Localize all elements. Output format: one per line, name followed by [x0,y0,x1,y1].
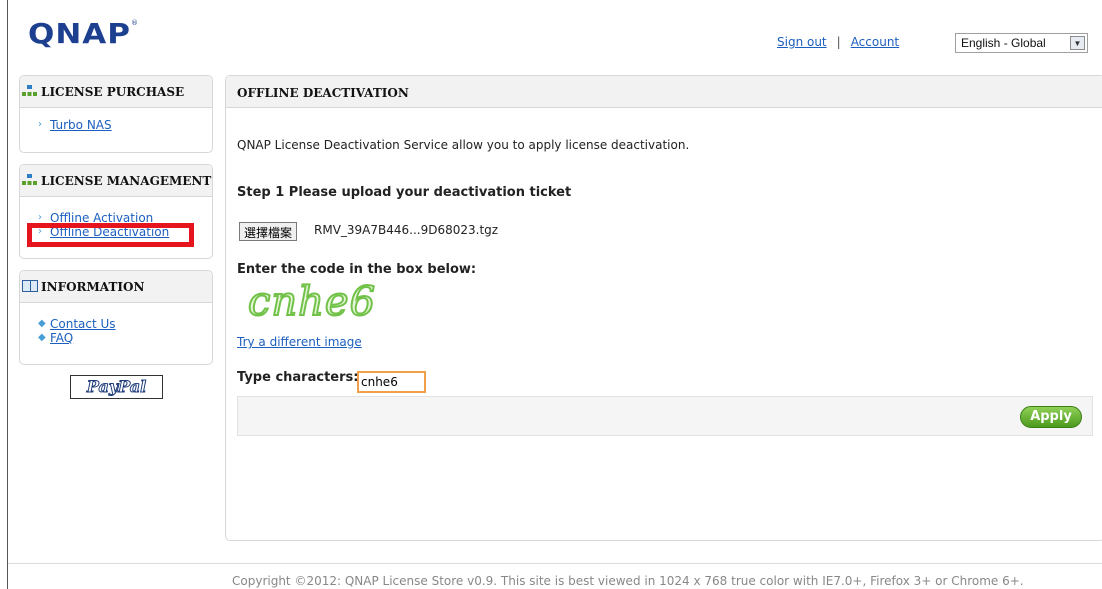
paypal-text: PayPal [86,377,147,397]
sitemap-icon [22,174,38,186]
intro-text: QNAP License Deactivation Service allow … [237,138,690,152]
sidebar-item-contact-us[interactable]: ◆ Contact Us [38,317,212,331]
captcha-image: cnhe6 [247,278,377,326]
qnap-logo[interactable]: QNAP® [28,18,139,50]
sidebar-item-label[interactable]: Contact Us [50,317,116,331]
registered-mark: ® [131,19,139,27]
book-icon [22,280,38,292]
arrow-bullet-icon: › [38,119,42,130]
offline-deactivation-panel: OFFLINE DEACTIVATION QNAP License Deacti… [225,75,1102,541]
sidebar-item-faq[interactable]: ◆ FAQ [38,331,212,345]
language-select[interactable]: English - Global ▼ [955,33,1088,53]
window-border [7,0,8,589]
license-management-title: LICENSE MANAGEMENT [41,174,212,188]
apply-button[interactable]: Apply [1020,406,1082,428]
sidebar-item-turbo-nas[interactable]: › Turbo NAS [38,118,212,132]
selected-file-name: RMV_39A7B446...9D68023.tgz [314,223,499,237]
captcha-input[interactable] [357,371,426,393]
highlight-annotation [27,223,194,247]
sidebar-item-label[interactable]: Turbo NAS [50,118,112,132]
license-purchase-box: LICENSE PURCHASE › Turbo NAS [19,75,213,153]
footer-divider [8,563,1102,564]
language-value: English - Global [961,36,1046,50]
sitemap-icon [22,85,38,97]
apply-bar: Apply [237,396,1093,436]
paypal-logo[interactable]: PayPal [70,375,163,399]
link-separator: | [836,35,841,49]
enter-code-label: Enter the code in the box below: [237,262,477,277]
account-link[interactable]: Account [851,35,899,49]
type-characters-label: Type characters: [237,370,359,385]
sidebar-item-label[interactable]: FAQ [50,331,73,345]
logo-text: QNAP [28,18,132,50]
information-title: INFORMATION [41,280,145,294]
information-header: INFORMATION [20,271,212,303]
sign-out-link[interactable]: Sign out [777,35,827,49]
license-management-header: LICENSE MANAGEMENT [20,165,212,197]
license-purchase-header: LICENSE PURCHASE [20,76,212,108]
step1-heading: Step 1 Please upload your deactivation t… [237,185,572,200]
top-links: Sign out | Account [777,35,899,49]
dot-bullet-icon: ◆ [38,318,46,329]
chevron-down-icon[interactable]: ▼ [1070,36,1085,50]
page-title: OFFLINE DEACTIVATION [226,76,1102,108]
license-purchase-title: LICENSE PURCHASE [41,85,185,99]
try-different-image-link[interactable]: Try a different image [237,335,362,349]
information-box: INFORMATION ◆ Contact Us ◆ FAQ [19,270,213,365]
choose-file-button[interactable]: 選擇檔案 [239,222,298,241]
dot-bullet-icon: ◆ [38,332,46,343]
footer-copyright: Copyright ©2012: QNAP License Store v0.9… [232,574,1024,588]
